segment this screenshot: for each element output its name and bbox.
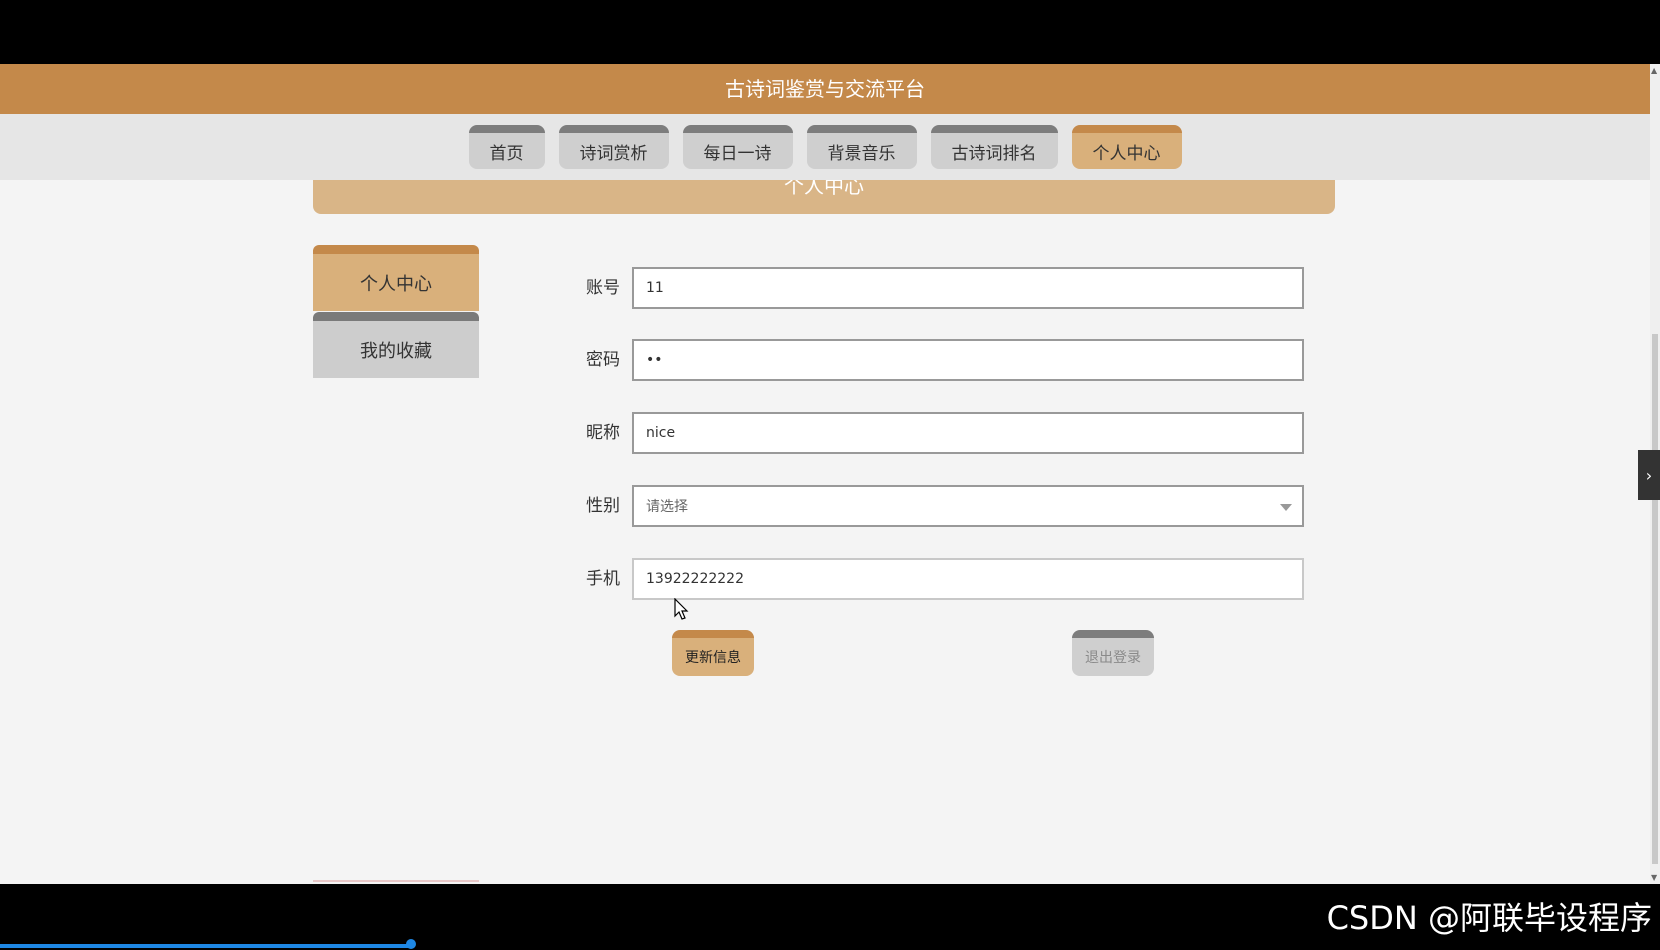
tab-home[interactable]: 首页 [468, 125, 545, 169]
password-label: 密码 [586, 350, 620, 370]
section-title-banner: 个人中心 [313, 180, 1335, 214]
sidebar: 个人中心 我的收藏 [313, 245, 479, 379]
tab-label: 个人中心 [1092, 143, 1161, 164]
logout-label: 退出登录 [1085, 650, 1141, 666]
sidebar-bottom-divider [313, 880, 479, 882]
gender-select[interactable]: 请选择 [632, 485, 1304, 527]
nickname-label: 昵称 [586, 423, 620, 443]
triangle-down-icon[interactable]: ▼ [1651, 873, 1657, 882]
nickname-input[interactable] [632, 412, 1304, 454]
update-info-button[interactable]: 更新信息 [672, 630, 754, 676]
mouse-cursor-icon [674, 598, 689, 620]
chevron-right-icon: › [1645, 465, 1653, 485]
gender-label: 性别 [586, 496, 620, 516]
watermark-text: CSDN @阿联毕设程序 [1326, 899, 1652, 937]
tab-label: 诗词赏析 [579, 143, 648, 164]
nav-tabs: 首页 诗词赏析 每日一诗 背景音乐 古诗词排名 个人中心 [0, 125, 1650, 169]
account-label: 账号 [586, 278, 620, 298]
account-row: 账号 [580, 267, 1304, 309]
sidebar-item-my-favorites[interactable]: 我的收藏 [313, 312, 479, 378]
app-title: 古诗词鉴赏与交流平台 [725, 77, 925, 101]
tab-daily-poem[interactable]: 每日一诗 [682, 125, 793, 169]
update-info-label: 更新信息 [685, 650, 741, 666]
tab-poem-ranking[interactable]: 古诗词排名 [930, 125, 1058, 169]
tab-label: 古诗词排名 [951, 143, 1037, 164]
password-input[interactable] [632, 339, 1304, 381]
caret-down-icon [1280, 504, 1292, 511]
progress-handle[interactable] [406, 939, 416, 949]
csdn-watermark: CSDN @阿联毕设程序 [1327, 898, 1652, 938]
tab-label: 背景音乐 [827, 143, 896, 164]
tab-background-music[interactable]: 背景音乐 [806, 125, 917, 169]
side-drawer-handle[interactable]: › [1638, 450, 1660, 500]
tab-poem-appreciation[interactable]: 诗词赏析 [558, 125, 669, 169]
tab-label: 每日一诗 [703, 143, 772, 164]
video-progress-bar[interactable] [0, 944, 412, 948]
triangle-up-icon[interactable]: ▲ [1651, 66, 1657, 75]
password-row: 密码 [580, 339, 1304, 381]
app-title-bar: 古诗词鉴赏与交流平台 [0, 64, 1650, 114]
app-viewport: 古诗词鉴赏与交流平台 首页 诗词赏析 每日一诗 背景音乐 古诗词排名 个人中心 … [0, 64, 1650, 884]
phone-input[interactable] [632, 558, 1304, 600]
section-title: 个人中心 [784, 180, 864, 198]
gender-select-placeholder: 请选择 [646, 499, 688, 515]
sidebar-item-label: 个人中心 [360, 273, 432, 295]
tab-personal-center[interactable]: 个人中心 [1071, 125, 1182, 169]
tab-label: 首页 [489, 143, 524, 164]
phone-row: 手机 [580, 558, 1304, 600]
phone-label: 手机 [586, 569, 620, 589]
sidebar-item-personal-center[interactable]: 个人中心 [313, 245, 479, 311]
logout-button[interactable]: 退出登录 [1072, 630, 1154, 676]
nickname-row: 昵称 [580, 412, 1304, 454]
scroll-thumb[interactable] [1652, 334, 1658, 864]
gender-row: 性别 请选择 [580, 485, 1304, 527]
main-nav: 首页 诗词赏析 每日一诗 背景音乐 古诗词排名 个人中心 [0, 114, 1650, 180]
sidebar-item-label: 我的收藏 [360, 340, 432, 362]
account-input[interactable] [632, 267, 1304, 309]
